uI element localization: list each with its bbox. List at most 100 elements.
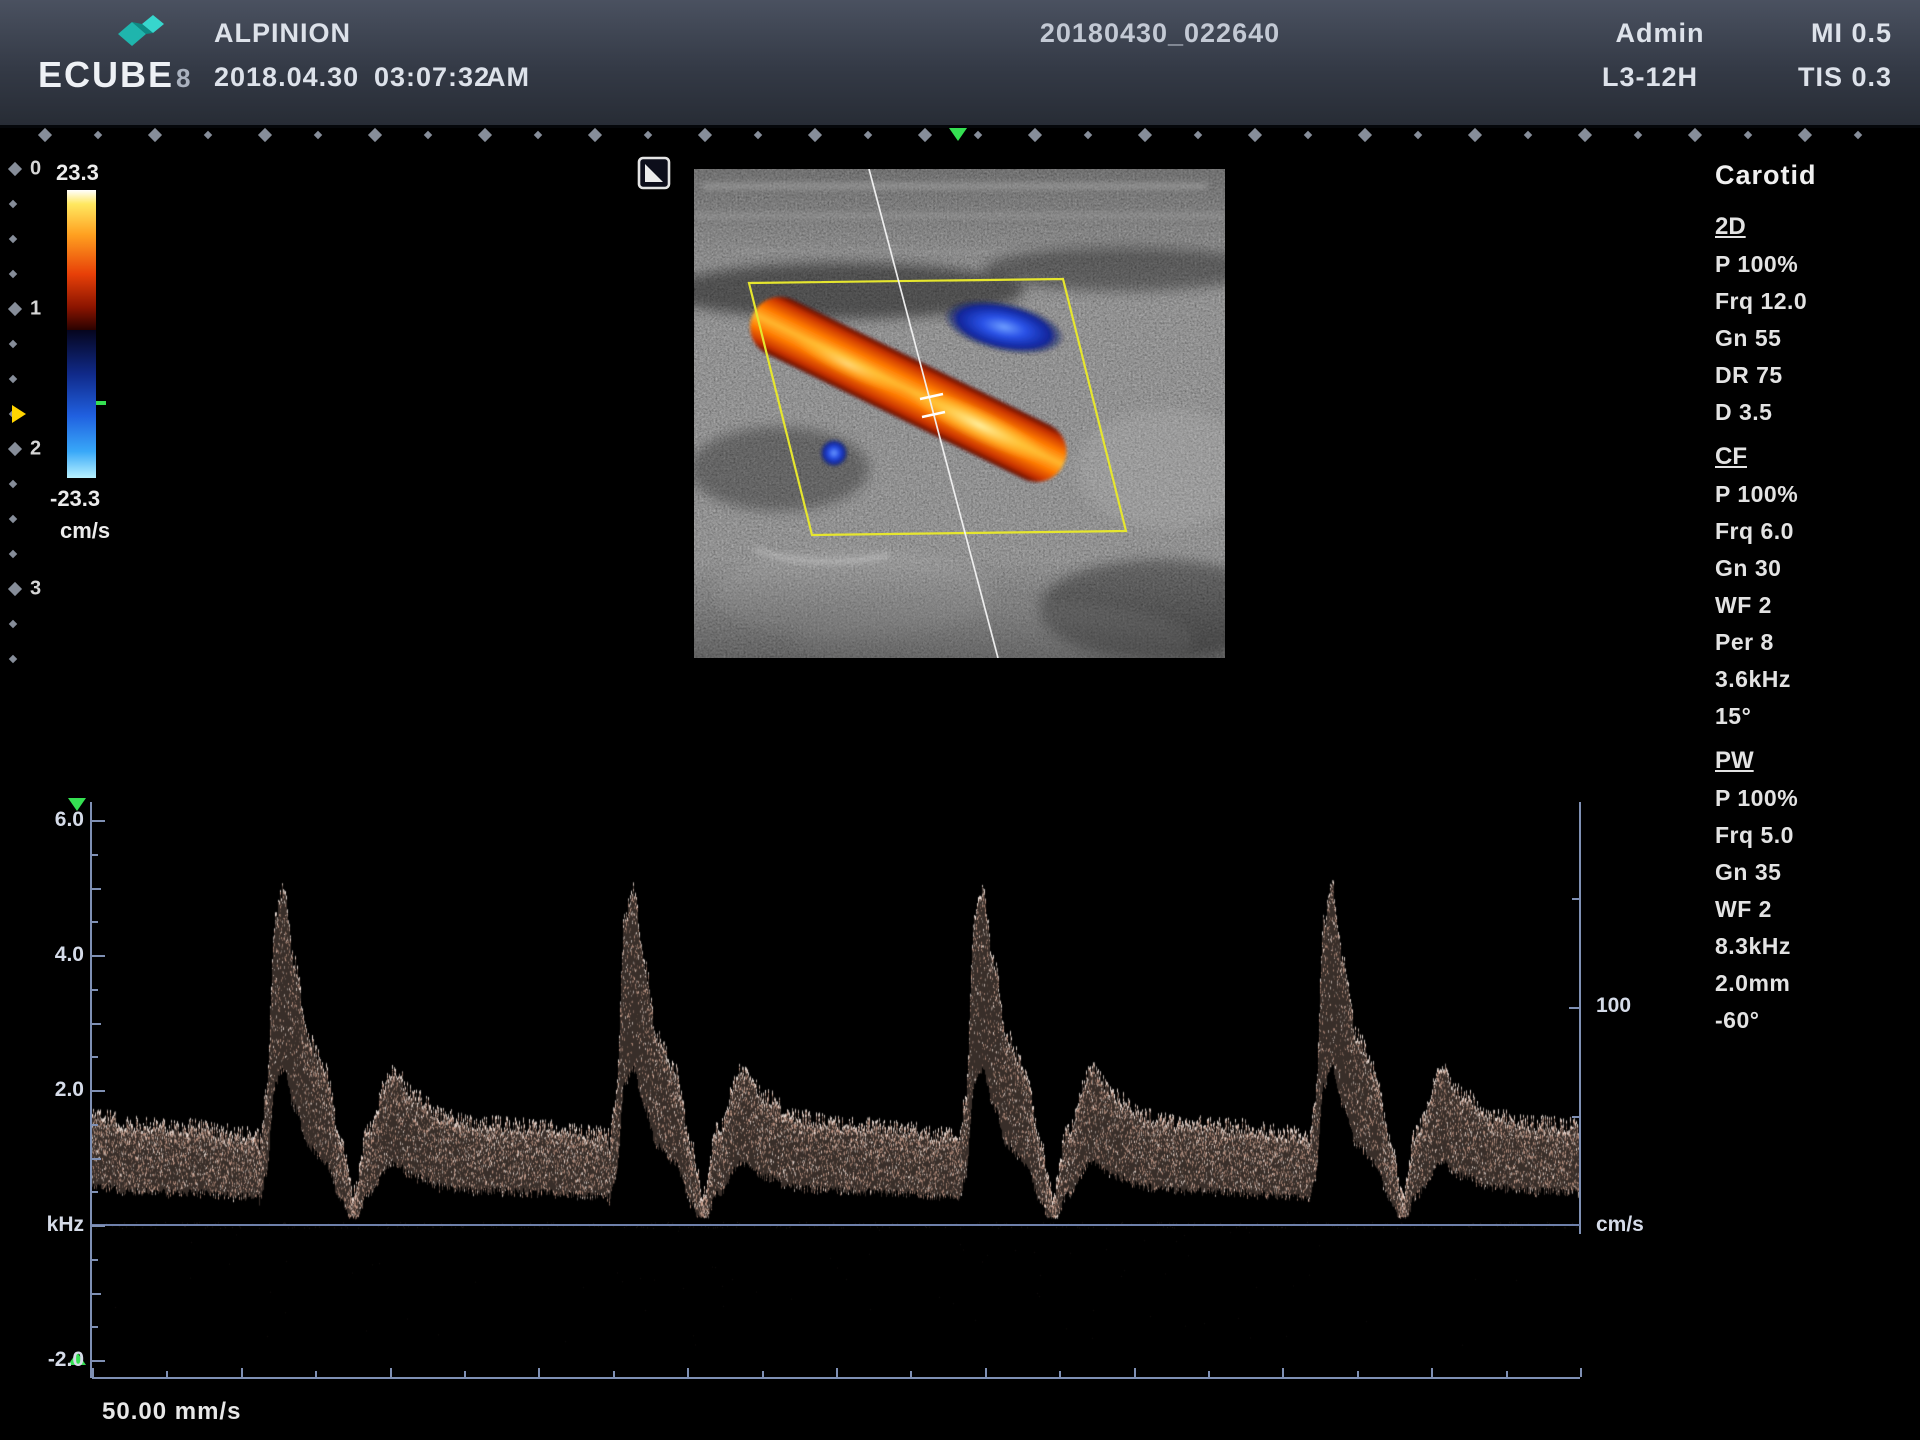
ruler-tick [918, 128, 932, 142]
axis-tick [1208, 1371, 1210, 1377]
ecube-logo-icon [108, 10, 178, 54]
brand-name: ALPINION [214, 18, 351, 49]
ruler-tick [1084, 131, 1092, 139]
axis-tick [92, 1368, 94, 1377]
depth-ruler-tick [9, 620, 17, 628]
pw-spectral-trace [92, 802, 1580, 1378]
spectral-baseline [92, 1224, 1580, 1226]
ruler-tick [698, 128, 712, 142]
depth-label: 2 [30, 438, 41, 461]
param-item: 2.0mm [1715, 970, 1915, 1007]
depth-ruler-tick [9, 550, 17, 558]
probe-name: L3-12H [1602, 62, 1698, 93]
color-scale-max: 23.3 [56, 160, 99, 186]
ruler-tick [1524, 131, 1532, 139]
spectral-axis-label: 6.0 [26, 808, 84, 832]
spectral-right-axis [1579, 802, 1581, 1234]
depth-ruler-tick [8, 582, 22, 596]
axis-tick [390, 1368, 392, 1377]
depth-ruler-tick [9, 270, 17, 278]
ruler-tick [1194, 131, 1202, 139]
study-id: 20180430_022640 [1040, 18, 1280, 49]
ruler-tick [478, 128, 492, 142]
ruler-tick [1854, 131, 1862, 139]
param-item: P 100% [1715, 785, 1915, 822]
param-item: Gn 30 [1715, 555, 1915, 592]
2d-color-doppler-image [694, 169, 1225, 658]
exam-meridiem: AM [486, 62, 530, 93]
axis-tick [92, 1326, 98, 1328]
axis-tick [613, 1371, 615, 1377]
header-bar: ECUBE8 ALPINION 2018.04.30 03:07:32 AM 2… [0, 0, 1920, 128]
axis-tick [92, 921, 98, 923]
ruler-tick [1304, 131, 1312, 139]
depth-ruler-tick [9, 375, 17, 383]
ruler-tick [1248, 128, 1262, 142]
ruler-tick [534, 131, 542, 139]
spectral-axis-label: 4.0 [26, 943, 84, 967]
axis-tick [836, 1368, 838, 1377]
ruler-tick [368, 128, 382, 142]
axis-tick [241, 1368, 243, 1377]
color-scale-min: -23.3 [50, 486, 100, 512]
axis-tick [1506, 1371, 1508, 1377]
spectral-axis-label: 100 [1596, 994, 1631, 1018]
param-item: P 100% [1715, 251, 1915, 288]
ruler-tick [1688, 128, 1702, 142]
axis-tick [92, 1225, 105, 1227]
ruler-tick [1468, 128, 1482, 142]
param-item: Frq 12.0 [1715, 288, 1915, 325]
spectral-axis-label: kHz [26, 1213, 84, 1237]
axis-tick [985, 1368, 987, 1377]
axis-tick [315, 1371, 317, 1377]
axis-tick [1059, 1371, 1061, 1377]
depth-ruler-tick [9, 340, 17, 348]
active-image-icon[interactable] [636, 155, 672, 191]
depth-ruler-tick [9, 235, 17, 243]
axis-tick [92, 820, 105, 822]
axis-tick [92, 989, 98, 991]
axis-tick [910, 1371, 912, 1377]
param-item: Frq 6.0 [1715, 518, 1915, 555]
ruler-tick [314, 131, 322, 139]
axis-tick [92, 888, 101, 890]
axis-tick [92, 1056, 98, 1058]
wall-filter-tick [96, 401, 106, 405]
preset-label: Carotid [1715, 160, 1915, 206]
param-item: 8.3kHz [1715, 933, 1915, 970]
depth-ruler-tick [8, 302, 22, 316]
ruler-tick [588, 128, 602, 142]
ruler-tick [754, 131, 762, 139]
param-item: 15° [1715, 703, 1915, 740]
axis-tick [538, 1368, 540, 1377]
color-scale-cool-gradient [67, 330, 96, 478]
ruler-tick [148, 128, 162, 142]
param-item: 3.6kHz [1715, 666, 1915, 703]
axis-tick [1569, 1007, 1580, 1009]
ultrasound-screen: ECUBE8 ALPINION 2018.04.30 03:07:32 AM 2… [0, 0, 1920, 1440]
param-item: P 100% [1715, 481, 1915, 518]
ruler-tick [258, 128, 272, 142]
ruler-tick [644, 131, 652, 139]
ruler-tick [1028, 128, 1042, 142]
axis-tick [1282, 1368, 1284, 1377]
ruler-tick [1744, 131, 1752, 139]
axis-tick [92, 854, 98, 856]
param-item: WF 2 [1715, 896, 1915, 933]
param-section-title: 2D [1715, 213, 1915, 251]
depth-label: 1 [30, 298, 41, 321]
ruler-tick [1358, 128, 1372, 142]
axis-tick [92, 1124, 98, 1126]
depth-ruler-tick [9, 200, 17, 208]
spectral-axis-label: 2.0 [26, 1078, 84, 1102]
axis-tick [687, 1368, 689, 1377]
spectral-axis-label: cm/s [1596, 1213, 1644, 1237]
axis-tick [92, 1259, 98, 1261]
depth-ruler-tick [9, 655, 17, 663]
depth-ruler-tick [8, 442, 22, 456]
axis-tick [92, 1023, 101, 1025]
axis-tick [92, 1360, 105, 1362]
depth-ruler-tick [9, 515, 17, 523]
axis-tick [92, 1090, 105, 1092]
axis-tick [1580, 1368, 1582, 1377]
